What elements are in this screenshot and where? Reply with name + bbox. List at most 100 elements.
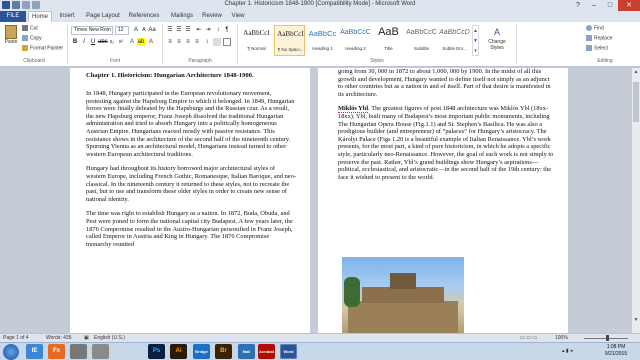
style-heading-2[interactable]: AaBbCcC Heading 2 [340,25,371,56]
system-tray[interactable]: ▴ ▮ ◂ [562,348,573,354]
acrobat-icon[interactable]: Acrobat [258,344,275,359]
strikethrough-button[interactable]: abc [98,38,108,46]
help-button[interactable]: ? [570,0,586,11]
view-buttons[interactable]: ▭ ▭ ▭ [520,334,537,342]
borders-button[interactable] [223,38,231,46]
font-name-combo[interactable]: Times New Rom [71,26,113,35]
find-button[interactable]: Find [586,25,604,31]
clock[interactable]: 1:08 PM 9/21/2015 [596,344,636,358]
mail-icon[interactable]: Mail [238,344,255,359]
find-label: Find [594,25,604,32]
zoom-slider-thumb[interactable] [606,335,609,341]
grow-font-button[interactable]: A [132,26,140,34]
word-count[interactable]: Words: 435 [46,334,71,342]
firefox-icon[interactable]: Fx [48,344,65,359]
illustrator-icon[interactable]: Ai [170,344,187,359]
ribbon-tabs: FILE Home Insert Page Layout References … [0,11,640,22]
multilevel-list-button[interactable]: ☰ [184,26,192,34]
tab-review[interactable]: Review [200,11,224,22]
zoom-level[interactable]: 100% [555,334,568,342]
paste-button[interactable]: Paste [3,25,19,53]
italic-button[interactable]: I [80,38,88,46]
copy-button[interactable]: Copy [22,35,42,41]
tab-file[interactable]: FILE [0,11,26,22]
decrease-indent-button[interactable]: ⇤ [195,26,203,34]
paragraph-text: . The greatest figures of post 1848 arch… [338,105,554,181]
replace-button[interactable]: Replace [586,35,612,41]
sort-button[interactable]: ↕ [214,26,222,34]
page-1[interactable]: Chapter 1. Historicism: Hungarian Archit… [70,68,310,333]
adobe-br-icon[interactable]: Br [215,344,232,359]
style-name: ¶ No Spaci... [277,47,304,52]
tab-home[interactable]: Home [28,11,52,22]
bold-button[interactable]: B [71,38,79,46]
minimize-button[interactable]: – [586,0,602,11]
internet-explorer-icon[interactable]: IE [26,344,43,359]
status-bar: Page 1 of 4 Words: 435 ▣ English (U.S.) … [0,333,640,342]
subscript-button[interactable]: x₂ [108,38,116,46]
format-painter-button[interactable]: Format Painter [22,45,63,51]
app-icon[interactable] [92,344,109,359]
tab-references[interactable]: References [126,11,162,22]
start-button[interactable] [3,344,19,360]
separator [162,24,163,64]
cut-button[interactable]: Cut [22,25,38,31]
magnifier-icon [586,25,592,31]
opera-house-photo[interactable] [342,257,464,333]
style-heading-1[interactable]: AaBbCc Heading 1 [307,25,338,56]
underline-button[interactable]: U [89,38,97,46]
language[interactable]: English (U.S.) [94,334,125,342]
tab-view[interactable]: View [228,11,248,22]
font-group-label: Font [109,58,120,64]
page-2[interactable]: going from 30, 000 in 1872 to about 1,00… [318,68,568,333]
font-size-combo[interactable]: 12 [115,26,129,35]
document-area[interactable]: Chapter 1. Historicism: Hungarian Archit… [0,68,631,333]
scroll-thumb[interactable] [633,82,639,122]
scroll-up-button[interactable]: ▲ [632,68,640,76]
tab-mailings[interactable]: Mailings [168,11,196,22]
superscript-button[interactable]: x² [117,38,125,46]
align-right-button[interactable]: ≡ [184,38,192,46]
align-left-button[interactable]: ≡ [166,38,174,46]
style-no-spacing[interactable]: AaBbCcI ¶ No Spaci... [274,25,305,56]
cut-label: Cut [30,25,38,32]
shading-button[interactable] [213,38,221,46]
line-spacing-button[interactable]: ↕ [203,38,211,46]
proofing-icon[interactable]: ▣ [84,334,89,342]
photoshop-icon[interactable]: Ps [148,344,165,359]
numbering-button[interactable]: ☰ [175,26,183,34]
style-sample: AaBbCcC [406,29,437,36]
page-count[interactable]: Page 1 of 4 [3,334,29,342]
center-button[interactable]: ≡ [175,38,183,46]
change-case-button[interactable]: Aa [148,26,156,34]
change-styles-button[interactable]: A Change Styles [482,25,512,56]
highlight-button[interactable]: ab [137,38,145,46]
style-subtitle[interactable]: AaBbCcC Subtitle [406,25,437,56]
scroll-down-button[interactable]: ▼ [632,316,640,324]
style-title[interactable]: AaB Title [373,25,404,56]
word-taskbar-icon[interactable]: Word [280,344,297,359]
style-normal[interactable]: AaBbCcI ¶ Normal [241,25,272,56]
close-button[interactable]: ✕ [618,0,640,11]
bridge-icon[interactable]: Bridge [193,344,210,359]
justify-button[interactable]: ≡ [193,38,201,46]
text-effects-button[interactable]: A [128,38,136,46]
font-color-button[interactable]: A [147,38,155,46]
styles-gallery-scroll[interactable]: ▲ ▼ ▾ [472,25,479,56]
shrink-font-button[interactable]: A [140,26,148,34]
scissors-icon [22,25,28,31]
maximize-button[interactable]: □ [602,0,618,11]
bullets-button[interactable]: ☰ [166,26,174,34]
select-button[interactable]: Select [586,45,608,51]
paragraph: going from 30, 000 in 1872 to about 1,00… [338,68,551,98]
show-formatting-button[interactable]: ¶ [223,26,231,34]
style-sample: AaB [378,26,399,38]
increase-indent-button[interactable]: ⇥ [204,26,212,34]
tab-page-layout[interactable]: Page Layout [84,11,122,22]
style-subtle-emphasis[interactable]: AaBbCcD Subtle Em... [439,25,470,56]
vertical-scrollbar[interactable]: ▲ ▼ [631,68,640,333]
app-icon[interactable] [70,344,87,359]
paragraph: In 1848, Hungary participated in the Eur… [86,90,295,158]
tab-insert[interactable]: Insert [56,11,78,22]
paragraph: The time was right to establish Hungary … [86,210,293,248]
